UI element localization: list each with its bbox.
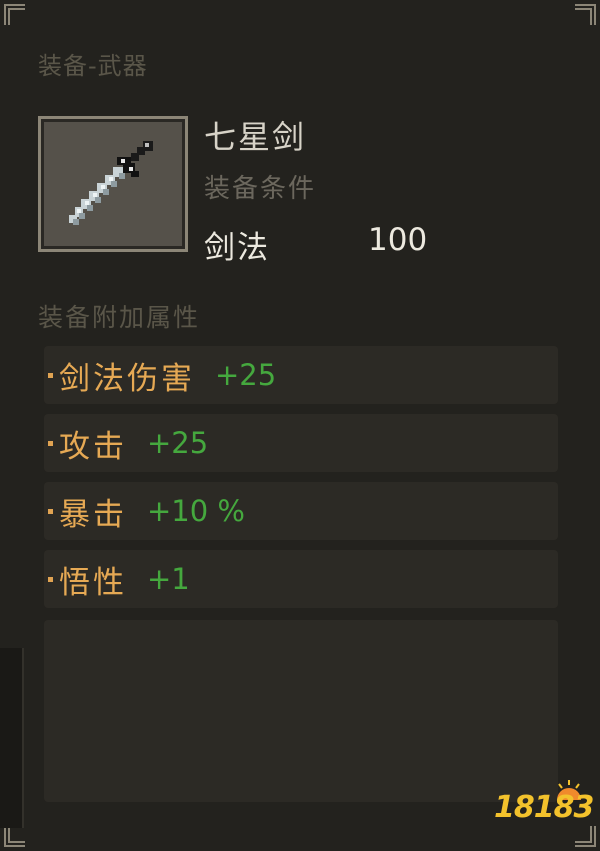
attribute-row: 暴击 +10 % [44,482,558,540]
attribute-value: +10 % [147,494,245,528]
attribute-name: 暴击 [59,496,127,533]
corner-ornament-top-right [574,4,596,26]
attribute-value: +25 [147,426,209,460]
bullet-icon [48,372,53,378]
requirement-skill: 剑法 [204,230,270,266]
attribute-row: 剑法伤害 +25 [44,346,558,404]
attribute-name: 攻击 [59,428,127,465]
attribute-row: 攻击 +25 [44,414,558,472]
description-box [44,620,558,802]
requirement-value: 100 [368,222,428,258]
corner-ornament-bottom-right [574,825,596,847]
item-tooltip-panel: 装备-武器 七星剑 装备条件 剑法 100 装备附加属性 剑法伤害 +25 攻击… [0,0,600,851]
side-scroll-strip [0,648,24,828]
attribute-name: 剑法伤害 [59,360,195,397]
attribute-value: +1 [147,562,190,596]
attributes-section-title: 装备附加属性 [38,303,201,332]
attribute-name: 悟性 [59,564,127,601]
item-category-label: 装备-武器 [38,52,148,80]
bullet-icon [48,440,53,446]
corner-ornament-top-left [4,4,26,26]
requirement-title: 装备条件 [204,174,317,204]
attribute-row: 悟性 +1 [44,550,558,608]
sword-icon [69,141,153,225]
site-watermark: 18183 [494,778,594,828]
item-icon-slot[interactable] [38,116,188,252]
attribute-value: +25 [215,358,277,392]
watermark-text: 18183 [494,790,594,825]
corner-ornament-bottom-left [4,825,26,847]
item-name: 七星剑 [204,118,307,156]
bullet-icon [48,508,53,514]
bullet-icon [48,576,53,582]
